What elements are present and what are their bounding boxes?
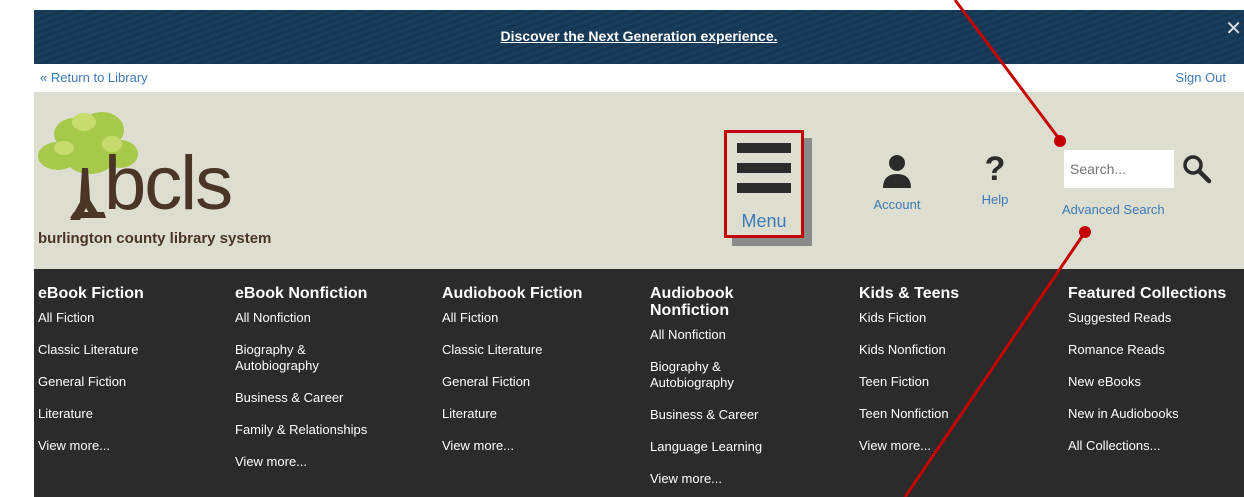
menu-item[interactable]: Suggested Reads xyxy=(1068,310,1244,326)
column-heading[interactable]: Kids & Teens xyxy=(859,285,1059,302)
menu-label: Menu xyxy=(741,211,787,231)
menu-item[interactable]: Language Learning xyxy=(650,439,800,455)
view-more-link[interactable]: View more... xyxy=(859,438,1059,454)
view-more-link[interactable]: View more... xyxy=(442,438,642,454)
menu-item[interactable]: New in Audiobooks xyxy=(1068,406,1244,422)
menu-item[interactable]: General Fiction xyxy=(38,374,238,390)
column-heading[interactable]: eBook Nonfiction xyxy=(235,285,405,302)
logo-subtitle: burlington county library system xyxy=(38,230,272,247)
category-menu: eBook Fiction All Fiction Classic Litera… xyxy=(34,269,1244,497)
menu-column-ebook-nonfiction: eBook Nonfiction All Nonfiction Biograph… xyxy=(235,285,405,486)
view-more-link[interactable]: View more... xyxy=(650,471,800,487)
menu-item[interactable]: Romance Reads xyxy=(1068,342,1244,358)
view-more-link[interactable]: View more... xyxy=(38,438,238,454)
menu-item[interactable]: All Nonfiction xyxy=(235,310,405,326)
site-header: bcls burlington county library system Me… xyxy=(34,92,1244,269)
hamburger-icon xyxy=(737,143,791,193)
account-link[interactable]: Account xyxy=(866,154,928,212)
search-icon[interactable] xyxy=(1182,154,1212,184)
user-icon xyxy=(883,155,911,188)
help-icon: ? xyxy=(984,150,1006,188)
menu-item[interactable]: Classic Literature xyxy=(442,342,642,358)
column-heading[interactable]: eBook Fiction xyxy=(38,285,238,302)
account-label: Account xyxy=(873,197,921,212)
advanced-search-link[interactable]: Advanced Search xyxy=(1062,202,1165,217)
menu-item[interactable]: Teen Nonfiction xyxy=(859,406,1059,422)
menu-item[interactable]: New eBooks xyxy=(1068,374,1244,390)
column-heading[interactable]: Audiobook Nonfiction xyxy=(650,285,750,319)
column-heading[interactable]: Featured Collections xyxy=(1068,285,1244,302)
menu-column-kids-teens: Kids & Teens Kids Fiction Kids Nonfictio… xyxy=(859,285,1059,470)
menu-item[interactable]: Teen Fiction xyxy=(859,374,1059,390)
menu-column-featured-collections: Featured Collections Suggested Reads Rom… xyxy=(1068,285,1244,470)
return-to-library-link[interactable]: « Return to Library xyxy=(40,70,148,85)
view-more-link[interactable]: View more... xyxy=(235,454,405,470)
search-input[interactable] xyxy=(1064,150,1174,188)
menu-item[interactable]: Kids Nonfiction xyxy=(859,342,1059,358)
menu-column-audiobook-fiction: Audiobook Fiction All Fiction Classic Li… xyxy=(442,285,642,470)
page-frame: Discover the Next Generation experience.… xyxy=(0,0,1244,497)
help-label: Help xyxy=(981,192,1009,207)
menu-item[interactable]: All Fiction xyxy=(38,310,238,326)
menu-button[interactable]: Menu xyxy=(724,130,804,238)
menu-item[interactable]: Biography & Autobiography xyxy=(235,342,355,374)
menu-item[interactable]: Biography & Autobiography xyxy=(650,359,760,391)
menu-item[interactable]: Literature xyxy=(38,406,238,422)
menu-item[interactable]: Literature xyxy=(442,406,642,422)
menu-column-ebook-fiction: eBook Fiction All Fiction Classic Litera… xyxy=(38,285,238,470)
menu-item[interactable]: Business & Career xyxy=(235,390,405,406)
menu-item[interactable]: Business & Career xyxy=(650,407,800,423)
menu-column-audiobook-nonfiction: Audiobook Nonfiction All Nonfiction Biog… xyxy=(650,285,800,497)
logo-wordmark: bcls xyxy=(104,141,233,226)
menu-item[interactable]: All Nonfiction xyxy=(650,327,800,343)
menu-item[interactable]: All Fiction xyxy=(442,310,642,326)
menu-item[interactable]: Classic Literature xyxy=(38,342,238,358)
menu-item[interactable]: Kids Fiction xyxy=(859,310,1059,326)
promo-banner: Discover the Next Generation experience.… xyxy=(34,10,1244,64)
library-logo[interactable]: bcls burlington county library system xyxy=(34,104,294,254)
top-strip: « Return to Library Sign Out xyxy=(34,64,1244,92)
next-gen-link[interactable]: Discover the Next Generation experience. xyxy=(34,28,1244,44)
menu-item[interactable]: General Fiction xyxy=(442,374,642,390)
view-more-link[interactable]: All Collections... xyxy=(1068,438,1244,454)
sign-out-link[interactable]: Sign Out xyxy=(1175,70,1226,85)
column-heading[interactable]: Audiobook Fiction xyxy=(442,285,642,302)
close-icon[interactable]: ✕ xyxy=(1225,16,1242,40)
menu-item[interactable]: Family & Relationships xyxy=(235,422,405,438)
help-link[interactable]: ? Help xyxy=(970,150,1020,207)
